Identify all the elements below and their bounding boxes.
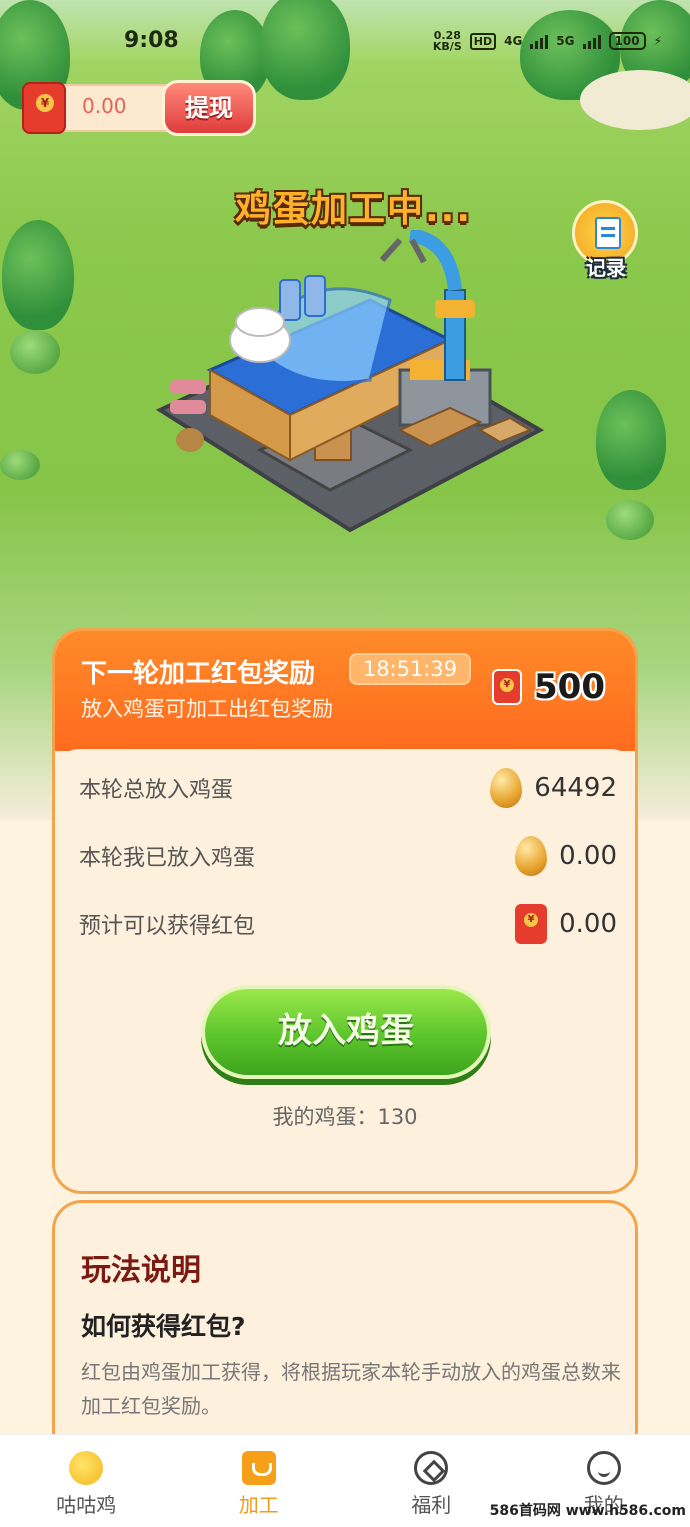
signal-icon	[530, 33, 549, 49]
nav-label: 福利	[411, 1493, 452, 1517]
put-eggs-button[interactable]: 放入鸡蛋	[201, 985, 491, 1079]
status-time: 9:08	[124, 28, 179, 53]
round-reward: 500	[492, 667, 605, 707]
bush	[0, 450, 40, 480]
factory-illustration	[155, 230, 545, 533]
reward-amount: 500	[534, 667, 605, 707]
clipboard-icon	[595, 217, 621, 249]
nav-item-home[interactable]: 咕咕鸡	[0, 1435, 173, 1527]
network-speed: 0.28 KB/S	[432, 29, 462, 53]
stat-row-total-eggs: 本轮总放入鸡蛋 64492	[79, 763, 617, 813]
round-subtitle: 放入鸡蛋可加工出红包奖励	[81, 697, 333, 721]
smile-icon	[586, 1451, 621, 1485]
processing-status-title: 鸡蛋加工中...	[235, 189, 473, 230]
battery-icon: 100	[608, 32, 646, 50]
chick-icon	[69, 1451, 104, 1485]
stat-value: 0.00	[559, 909, 617, 939]
stat-value-wrap: 0.00	[515, 904, 617, 944]
round-card: 下一轮加工红包奖励 18:51:39 放入鸡蛋可加工出红包奖励 500 本轮总放…	[52, 628, 638, 1194]
egg-icon	[490, 768, 523, 808]
stat-label: 预计可以获得红包	[79, 914, 256, 939]
welfare-icon	[414, 1451, 449, 1485]
stat-label: 本轮我已放入鸡蛋	[79, 846, 256, 871]
round-title: 下一轮加工红包奖励	[81, 659, 316, 689]
record-button[interactable]: 记录	[570, 200, 642, 280]
rules-answer: 红包由鸡蛋加工获得，将根据玩家本轮手动放入的鸡蛋总数来加工红包奖励。	[81, 1360, 621, 1418]
red-envelope-icon	[515, 904, 548, 944]
stat-label: 本轮总放入鸡蛋	[79, 778, 234, 803]
rules-question: 如何获得红包?	[81, 1312, 246, 1341]
record-label: 记录	[586, 256, 626, 280]
tree	[596, 390, 666, 490]
process-icon	[241, 1451, 276, 1485]
my-eggs-count: 我的鸡蛋：130	[272, 1105, 418, 1129]
status-icons: 0.28 KB/S HD 4G 5G 100 ⚡	[433, 30, 662, 52]
signal-icon	[582, 33, 601, 49]
stat-value-wrap: 0.00	[515, 836, 617, 876]
countdown-timer: 18:51:39	[349, 653, 471, 685]
nav-item-process[interactable]: 加工	[173, 1435, 346, 1527]
rules-card: 玩法说明 如何获得红包? 红包由鸡蛋加工获得，将根据玩家本轮手动放入的鸡蛋总数来…	[52, 1200, 638, 1460]
stat-value-wrap: 64492	[490, 768, 617, 808]
egg-icon	[515, 836, 548, 876]
wallet-balance: 0.00	[82, 94, 127, 118]
nav-label: 加工	[238, 1493, 279, 1517]
stat-row-my-eggs: 本轮我已放入鸡蛋 0.00	[79, 831, 617, 881]
status-bar: 9:08 0.28 KB/S HD 4G 5G 100 ⚡	[0, 0, 690, 80]
bush	[10, 330, 60, 374]
withdraw-button[interactable]: 提现	[162, 80, 256, 136]
round-card-header: 下一轮加工红包奖励 18:51:39 放入鸡蛋可加工出红包奖励 500	[55, 631, 635, 751]
tree	[2, 220, 74, 330]
rules-title: 玩法说明	[81, 1253, 201, 1288]
nav-label: 咕咕鸡	[56, 1493, 117, 1517]
red-envelope-icon	[22, 82, 66, 134]
stat-value: 64492	[534, 773, 617, 803]
bush	[606, 500, 654, 540]
round-card-body: 本轮总放入鸡蛋 64492 本轮我已放入鸡蛋 0.00 预计可以获得红包 0.0…	[55, 749, 635, 1189]
network-5g-label: 5G	[556, 34, 575, 48]
stat-row-expected-reward: 预计可以获得红包 0.00	[79, 899, 617, 949]
red-envelope-icon	[492, 669, 523, 705]
watermark: 586首码网 www.h586.com	[489, 1503, 686, 1519]
charging-icon: ⚡	[653, 34, 662, 48]
network-4g-label: 4G	[504, 34, 523, 48]
wallet-widget: 0.00 提现	[22, 80, 256, 136]
stat-value: 0.00	[559, 841, 617, 871]
hd-icon: HD	[469, 32, 497, 50]
